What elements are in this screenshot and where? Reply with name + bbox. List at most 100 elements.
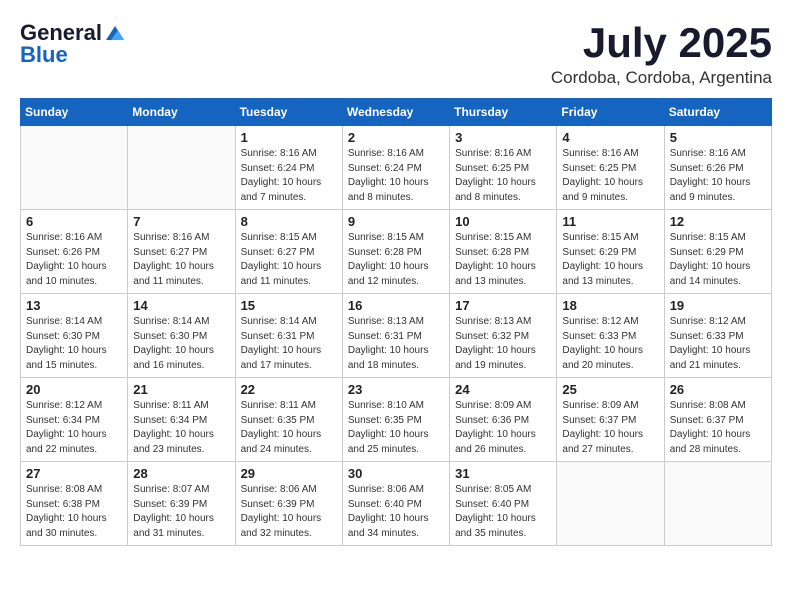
calendar-cell: 15 Sunrise: 8:14 AM Sunset: 6:31 PM Dayli… — [235, 294, 342, 378]
day-info: Sunrise: 8:16 AM Sunset: 6:26 PM Dayligh… — [670, 147, 766, 205]
header-wednesday: Wednesday — [342, 99, 449, 126]
calendar-cell: 26Sunrise: 8:08 AM Sunset: 6:37 PM Dayli… — [664, 378, 771, 462]
calendar-cell — [128, 126, 235, 210]
day-number: 15 — [241, 298, 337, 313]
day-number: 3 — [455, 130, 551, 145]
week-row-5: 27 Sunrise: 8:08 AM Sunset: 6:38 PM Dayli… — [21, 462, 772, 546]
day-number: 26 — [670, 382, 766, 397]
calendar-cell: 13 Sunrise: 8:14 AM Sunset: 6:30 PM Dayli… — [21, 294, 128, 378]
title-block: July 2025 Cordoba, Cordoba, Argentina — [551, 20, 772, 88]
day-number: 14 — [133, 298, 229, 313]
week-row-1: 1 Sunrise: 8:16 AM Sunset: 6:24 PM Daylig… — [21, 126, 772, 210]
calendar-cell — [664, 462, 771, 546]
day-info: Sunrise: 8:15 AM Sunset: 6:29 PM Dayligh… — [562, 231, 658, 289]
day-number: 22 — [241, 382, 337, 397]
header-friday: Friday — [557, 99, 664, 126]
day-info: Sunrise: 8:15 AM Sunset: 6:28 PM Dayligh… — [348, 231, 444, 289]
day-info: Sunrise: 8:15 AM Sunset: 6:28 PM Dayligh… — [455, 231, 551, 289]
calendar-cell: 21 Sunrise: 8:11 AM Sunset: 6:34 PM Dayli… — [128, 378, 235, 462]
calendar-cell: 30Sunrise: 8:06 AM Sunset: 6:40 PM Dayli… — [342, 462, 449, 546]
logo-blue: Blue — [20, 42, 126, 68]
day-info: Sunrise: 8:12 AM Sunset: 6:34 PM Dayligh… — [26, 399, 122, 457]
day-number: 30 — [348, 466, 444, 481]
day-info: Sunrise: 8:06 AM Sunset: 6:39 PM Dayligh… — [241, 483, 337, 541]
day-number: 10 — [455, 214, 551, 229]
day-info: Sunrise: 8:14 AM Sunset: 6:30 PM Dayligh… — [26, 315, 122, 373]
day-info: Sunrise: 8:09 AM Sunset: 6:37 PM Dayligh… — [562, 399, 658, 457]
calendar-cell: 31 Sunrise: 8:05 AM Sunset: 6:40 PM Dayli… — [450, 462, 557, 546]
calendar-cell: 23Sunrise: 8:10 AM Sunset: 6:35 PM Dayli… — [342, 378, 449, 462]
day-info: Sunrise: 8:16 AM Sunset: 6:25 PM Dayligh… — [455, 147, 551, 205]
day-info: Sunrise: 8:13 AM Sunset: 6:31 PM Dayligh… — [348, 315, 444, 373]
calendar-cell: 25 Sunrise: 8:09 AM Sunset: 6:37 PM Dayli… — [557, 378, 664, 462]
day-info: Sunrise: 8:15 AM Sunset: 6:27 PM Dayligh… — [241, 231, 337, 289]
calendar-cell: 2 Sunrise: 8:16 AM Sunset: 6:24 PM Daylig… — [342, 126, 449, 210]
logo-icon — [104, 24, 126, 42]
calendar-cell — [21, 126, 128, 210]
day-info: Sunrise: 8:05 AM Sunset: 6:40 PM Dayligh… — [455, 483, 551, 541]
day-number: 5 — [670, 130, 766, 145]
calendar-cell — [557, 462, 664, 546]
header-saturday: Saturday — [664, 99, 771, 126]
day-number: 20 — [26, 382, 122, 397]
day-info: Sunrise: 8:08 AM Sunset: 6:38 PM Dayligh… — [26, 483, 122, 541]
day-info: Sunrise: 8:12 AM Sunset: 6:33 PM Dayligh… — [670, 315, 766, 373]
calendar-cell: 4 Sunrise: 8:16 AM Sunset: 6:25 PM Daylig… — [557, 126, 664, 210]
day-number: 21 — [133, 382, 229, 397]
day-number: 4 — [562, 130, 658, 145]
calendar-cell: 6 Sunrise: 8:16 AM Sunset: 6:26 PM Daylig… — [21, 210, 128, 294]
week-row-3: 13 Sunrise: 8:14 AM Sunset: 6:30 PM Dayli… — [21, 294, 772, 378]
day-number: 13 — [26, 298, 122, 313]
calendar-cell: 17 Sunrise: 8:13 AM Sunset: 6:32 PM Dayli… — [450, 294, 557, 378]
calendar-cell: 19 Sunrise: 8:12 AM Sunset: 6:33 PM Dayli… — [664, 294, 771, 378]
day-number: 25 — [562, 382, 658, 397]
day-number: 18 — [562, 298, 658, 313]
day-info: Sunrise: 8:07 AM Sunset: 6:39 PM Dayligh… — [133, 483, 229, 541]
day-info: Sunrise: 8:16 AM Sunset: 6:24 PM Dayligh… — [348, 147, 444, 205]
day-number: 29 — [241, 466, 337, 481]
day-info: Sunrise: 8:13 AM Sunset: 6:32 PM Dayligh… — [455, 315, 551, 373]
day-number: 19 — [670, 298, 766, 313]
month-title: July 2025 — [551, 20, 772, 66]
day-number: 24 — [455, 382, 551, 397]
calendar-cell: 24 Sunrise: 8:09 AM Sunset: 6:36 PM Dayli… — [450, 378, 557, 462]
location-title: Cordoba, Cordoba, Argentina — [551, 68, 772, 88]
day-number: 17 — [455, 298, 551, 313]
day-info: Sunrise: 8:11 AM Sunset: 6:34 PM Dayligh… — [133, 399, 229, 457]
header-tuesday: Tuesday — [235, 99, 342, 126]
day-info: Sunrise: 8:16 AM Sunset: 6:24 PM Dayligh… — [241, 147, 337, 205]
calendar-cell: 27 Sunrise: 8:08 AM Sunset: 6:38 PM Dayli… — [21, 462, 128, 546]
day-info: Sunrise: 8:16 AM Sunset: 6:27 PM Dayligh… — [133, 231, 229, 289]
header-monday: Monday — [128, 99, 235, 126]
calendar-cell: 20 Sunrise: 8:12 AM Sunset: 6:34 PM Dayli… — [21, 378, 128, 462]
calendar-cell: 7Sunrise: 8:16 AM Sunset: 6:27 PM Daylig… — [128, 210, 235, 294]
calendar-cell: 14 Sunrise: 8:14 AM Sunset: 6:30 PM Dayli… — [128, 294, 235, 378]
day-info: Sunrise: 8:16 AM Sunset: 6:25 PM Dayligh… — [562, 147, 658, 205]
day-info: Sunrise: 8:16 AM Sunset: 6:26 PM Dayligh… — [26, 231, 122, 289]
header-sunday: Sunday — [21, 99, 128, 126]
day-number: 9 — [348, 214, 444, 229]
day-number: 6 — [26, 214, 122, 229]
day-number: 31 — [455, 466, 551, 481]
day-number: 28 — [133, 466, 229, 481]
calendar-cell: 29 Sunrise: 8:06 AM Sunset: 6:39 PM Dayli… — [235, 462, 342, 546]
calendar-cell: 11Sunrise: 8:15 AM Sunset: 6:29 PM Dayli… — [557, 210, 664, 294]
day-number: 2 — [348, 130, 444, 145]
day-info: Sunrise: 8:11 AM Sunset: 6:35 PM Dayligh… — [241, 399, 337, 457]
calendar-header-row: SundayMondayTuesdayWednesdayThursdayFrid… — [21, 99, 772, 126]
calendar-table: SundayMondayTuesdayWednesdayThursdayFrid… — [20, 98, 772, 546]
page-header: General Blue July 2025 Cordoba, Cordoba,… — [20, 20, 772, 88]
calendar-cell: 28 Sunrise: 8:07 AM Sunset: 6:39 PM Dayli… — [128, 462, 235, 546]
day-info: Sunrise: 8:14 AM Sunset: 6:31 PM Dayligh… — [241, 315, 337, 373]
day-info: Sunrise: 8:09 AM Sunset: 6:36 PM Dayligh… — [455, 399, 551, 457]
calendar-cell: 22 Sunrise: 8:11 AM Sunset: 6:35 PM Dayli… — [235, 378, 342, 462]
day-number: 12 — [670, 214, 766, 229]
day-number: 1 — [241, 130, 337, 145]
calendar-cell: 3 Sunrise: 8:16 AM Sunset: 6:25 PM Daylig… — [450, 126, 557, 210]
calendar-cell: 5 Sunrise: 8:16 AM Sunset: 6:26 PM Daylig… — [664, 126, 771, 210]
day-number: 27 — [26, 466, 122, 481]
week-row-4: 20 Sunrise: 8:12 AM Sunset: 6:34 PM Dayli… — [21, 378, 772, 462]
day-info: Sunrise: 8:14 AM Sunset: 6:30 PM Dayligh… — [133, 315, 229, 373]
header-thursday: Thursday — [450, 99, 557, 126]
calendar-cell: 1 Sunrise: 8:16 AM Sunset: 6:24 PM Daylig… — [235, 126, 342, 210]
